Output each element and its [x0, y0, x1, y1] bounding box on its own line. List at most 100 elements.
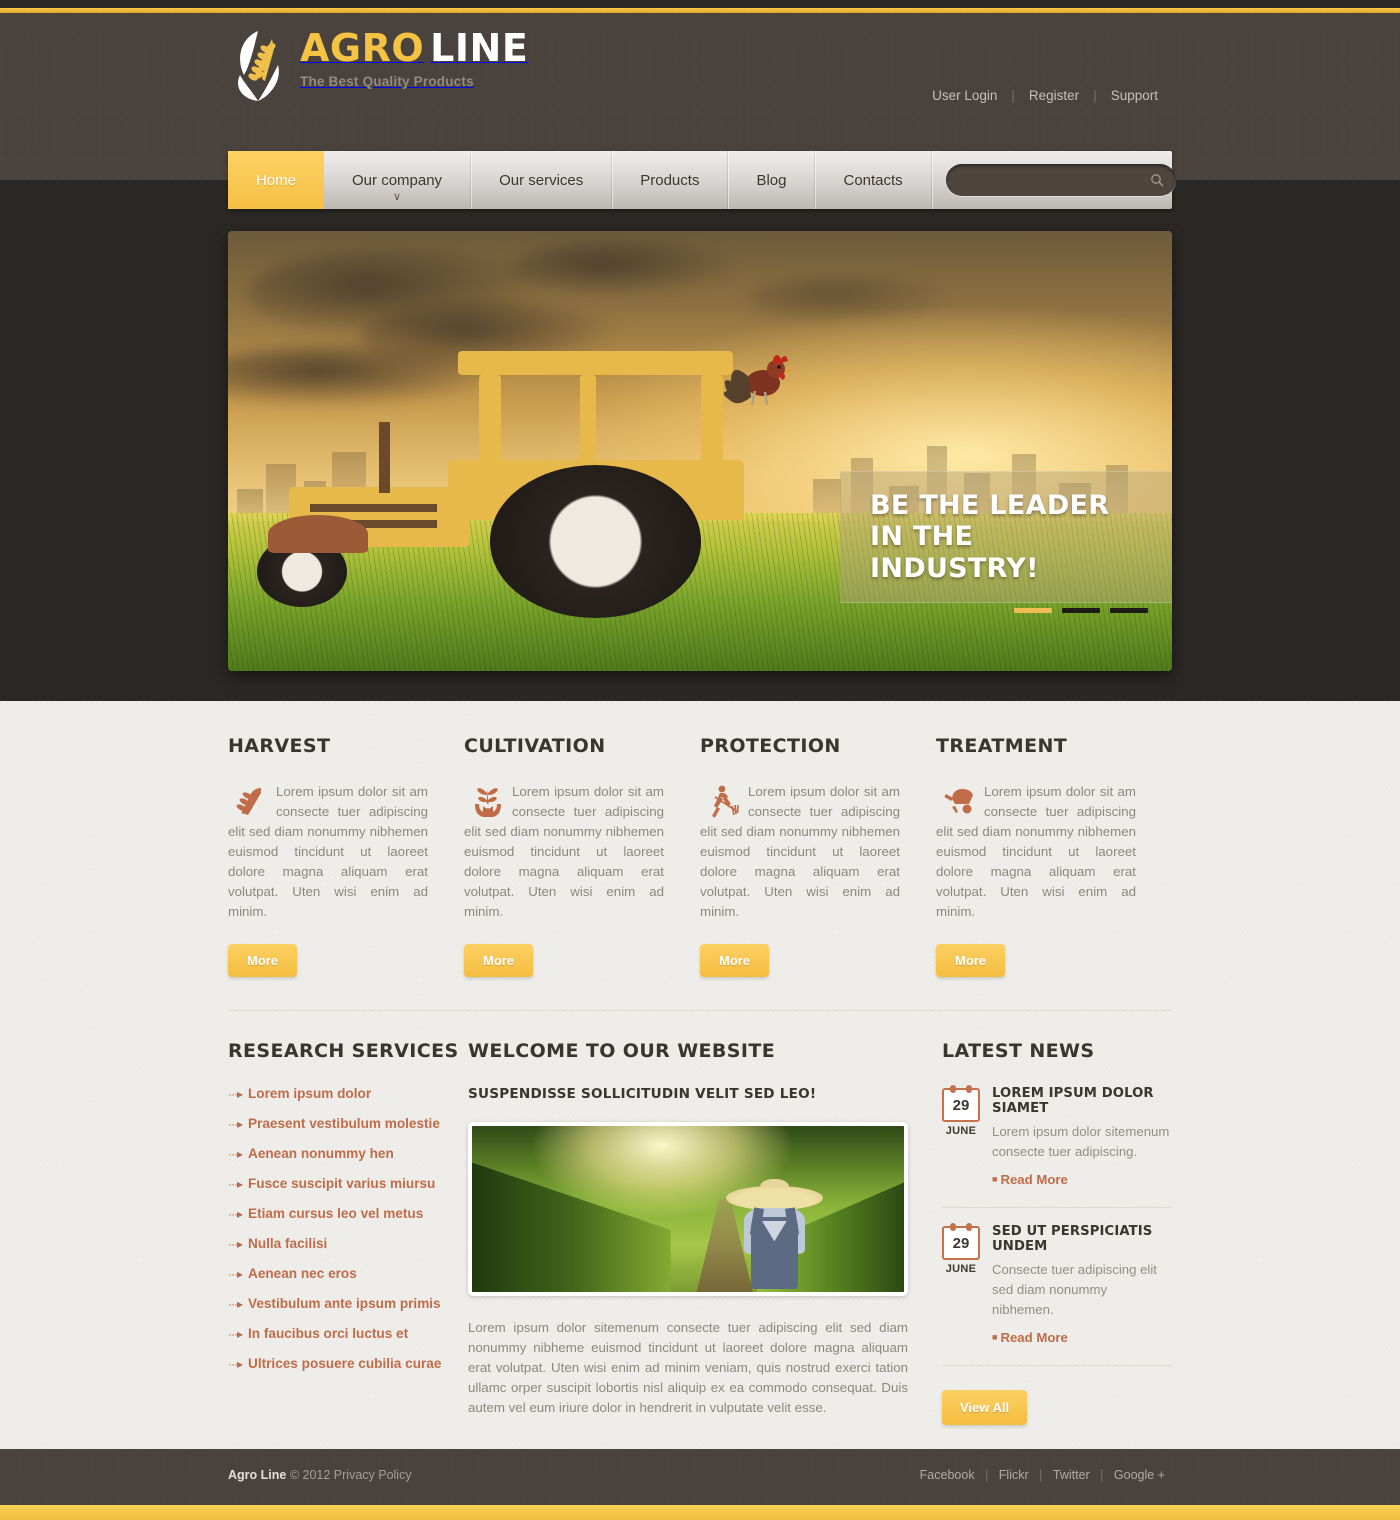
list-item[interactable]: ···▸ Etiam cursus leo vel metus: [228, 1206, 468, 1221]
research-link[interactable]: Nulla facilisi: [248, 1236, 327, 1251]
arrow-bullet-icon: ···▸: [228, 1206, 243, 1221]
list-item[interactable]: ···▸ Ultrices posuere cubilia curae: [228, 1356, 468, 1371]
search-input[interactable]: [945, 164, 1176, 196]
list-item[interactable]: ···▸ Lorem ipsum dolor: [228, 1086, 468, 1101]
nav-item-our-services[interactable]: Our services: [471, 151, 613, 209]
nav-label: Products: [640, 171, 700, 189]
hero-pagination-bar-1[interactable]: [1014, 608, 1052, 613]
research-link[interactable]: Ultrices posuere cubilia curae: [248, 1356, 441, 1371]
welcome-title: WELCOME TO OUR WEBSITE: [468, 1040, 776, 1062]
user-login-link[interactable]: User Login: [918, 88, 1011, 103]
service-description-block: Lorem ipsum dolor sit am consecte tuer a…: [464, 782, 664, 922]
arrow-bullet-icon: ···▸: [228, 1326, 243, 1341]
welcome-subtitle: SUSPENDISSE SOLLICITUDIN VELIT SED LEO!: [468, 1086, 817, 1102]
nav-item-home[interactable]: Home: [228, 151, 325, 209]
logo-word-line: LINE: [430, 26, 529, 70]
list-item[interactable]: ···▸ Nulla facilisi: [228, 1236, 468, 1251]
wheat-icon: [236, 784, 268, 818]
nav-item-products[interactable]: Products: [612, 151, 729, 209]
hero-image: [228, 231, 1172, 671]
welcome-panel: WELCOME TO OUR WEBSITE SUSPENDISSE SOLLI…: [468, 1040, 942, 1425]
logo-text: AGRO LINE The Best Quality Products: [300, 20, 528, 89]
read-more-label: Read More: [1000, 1172, 1068, 1187]
calendar-month: JUNE: [945, 1125, 977, 1137]
news-item: 29 JUNE SED UT PERSPICIATIS UNDEM Consec…: [942, 1223, 1172, 1347]
arrow-bullet-icon: ···▸: [228, 1176, 243, 1191]
research-link[interactable]: Lorem ipsum dolor: [248, 1086, 371, 1101]
list-item[interactable]: ···▸ Aenean nec eros: [228, 1266, 468, 1281]
footer-social-links: Facebook | Flickr | Twitter | Google +: [913, 1468, 1172, 1482]
news-headline[interactable]: LOREM IPSUM DOLOR SIAMET: [992, 1086, 1172, 1116]
support-link[interactable]: Support: [1097, 88, 1172, 103]
nav-item-our-company[interactable]: Our company ∨: [324, 151, 472, 209]
section-divider: [228, 1010, 1172, 1011]
arrow-bullet-icon: ···▸: [228, 1356, 243, 1371]
more-button-protection[interactable]: More: [700, 944, 770, 977]
cloud-shape: [511, 239, 742, 298]
list-item[interactable]: ···▸ In faucibus orci luctus et: [228, 1326, 468, 1341]
news-excerpt: Consecte tuer adipiscing elit sed diam n…: [992, 1262, 1157, 1317]
search-icon[interactable]: [1150, 173, 1164, 187]
facebook-link[interactable]: Facebook: [913, 1468, 982, 1482]
research-link[interactable]: Aenean nonummy hen: [248, 1146, 394, 1161]
flickr-link[interactable]: Flickr: [992, 1468, 1036, 1482]
google-plus-link[interactable]: Google +: [1107, 1468, 1172, 1482]
footer-separator: |: [1039, 1468, 1043, 1482]
header: AGRO LINE The Best Quality Products User …: [228, 20, 1172, 120]
service-card-protection: PROTECTION Lorem ipsum dolor sit am cons…: [700, 735, 936, 977]
calendar-month: JUNE: [945, 1263, 977, 1275]
list-item[interactable]: ···▸ Aenean nonummy hen: [228, 1146, 468, 1161]
calendar-day-number: 29: [952, 1096, 970, 1114]
research-services-panel: RESEARCH SERVICES ···▸ Lorem ipsum dolor…: [228, 1040, 468, 1425]
chevron-down-icon: ∨: [393, 191, 402, 203]
calendar-day-number: 29: [952, 1234, 970, 1252]
welcome-text: Lorem ipsum dolor sitemenum consecte tue…: [468, 1320, 908, 1415]
service-card-harvest: HARVEST Lorem ipsum dolor sit am consect…: [228, 735, 464, 977]
hero-slider[interactable]: BE THE LEADER IN THE INDUSTRY!: [228, 231, 1172, 671]
service-description-block: Lorem ipsum dolor sit am consecte tuer a…: [228, 782, 428, 922]
research-link[interactable]: Praesent vestibulum molestie: [248, 1116, 440, 1131]
square-bullet-icon: ■: [992, 1332, 998, 1342]
list-item[interactable]: ···▸ Praesent vestibulum molestie: [228, 1116, 468, 1131]
twitter-link[interactable]: Twitter: [1046, 1468, 1097, 1482]
list-item[interactable]: ···▸ Vestibulum ante ipsum primis: [228, 1296, 468, 1311]
wheelbarrow-icon: [944, 784, 976, 818]
hands-plant-icon: [472, 784, 504, 818]
wheat-leaf-icon: [228, 25, 290, 105]
service-title: CULTIVATION: [464, 735, 606, 757]
nav-label: Home: [256, 171, 297, 189]
research-link[interactable]: Etiam cursus leo vel metus: [248, 1206, 423, 1221]
read-more-link-1[interactable]: ■ Read More: [992, 1172, 1068, 1187]
main-navigation: Home Our company ∨ Our services Products…: [228, 151, 1176, 209]
search-box[interactable]: [945, 164, 1176, 196]
nav-label: Our company: [352, 171, 443, 189]
view-all-button[interactable]: View All: [942, 1390, 1028, 1425]
register-link[interactable]: Register: [1015, 88, 1093, 103]
top-dark-strip: [0, 0, 1400, 8]
research-link[interactable]: In faucibus orci luctus et: [248, 1326, 408, 1341]
read-more-link-2[interactable]: ■ Read More: [992, 1330, 1068, 1345]
news-excerpt: Lorem ipsum dolor sitemenum consecte tue…: [992, 1124, 1170, 1159]
more-button-cultivation[interactable]: More: [464, 944, 534, 977]
calendar-icon: 29 JUNE: [942, 1085, 980, 1189]
nav-item-contacts[interactable]: Contacts: [815, 151, 932, 209]
service-card-cultivation: CULTIVATION Lorem ipsum dolor sit am con…: [464, 735, 700, 977]
nav-label: Contacts: [843, 171, 903, 189]
hero-pagination-bar-2[interactable]: [1062, 608, 1100, 613]
news-divider: [942, 1207, 1172, 1208]
news-headline[interactable]: SED UT PERSPICIATIS UNDEM: [992, 1224, 1172, 1254]
page-root: AGRO LINE The Best Quality Products User …: [0, 0, 1400, 1520]
logo-title: AGRO LINE: [300, 26, 528, 70]
hero-pagination[interactable]: [1014, 608, 1148, 613]
nav-item-blog[interactable]: Blog: [728, 151, 816, 209]
more-button-harvest[interactable]: More: [228, 944, 298, 977]
arrow-bullet-icon: ···▸: [228, 1146, 243, 1161]
research-link[interactable]: Fusce suscipit varius miursu: [248, 1176, 435, 1191]
hero-pagination-bar-3[interactable]: [1110, 608, 1148, 613]
research-link[interactable]: Aenean nec eros: [248, 1266, 357, 1281]
services-row: HARVEST Lorem ipsum dolor sit am consect…: [228, 735, 1172, 977]
more-button-treatment[interactable]: More: [936, 944, 1006, 977]
arrow-bullet-icon: ···▸: [228, 1086, 243, 1101]
research-link[interactable]: Vestibulum ante ipsum primis: [248, 1296, 441, 1311]
list-item[interactable]: ···▸ Fusce suscipit varius miursu: [228, 1176, 468, 1191]
